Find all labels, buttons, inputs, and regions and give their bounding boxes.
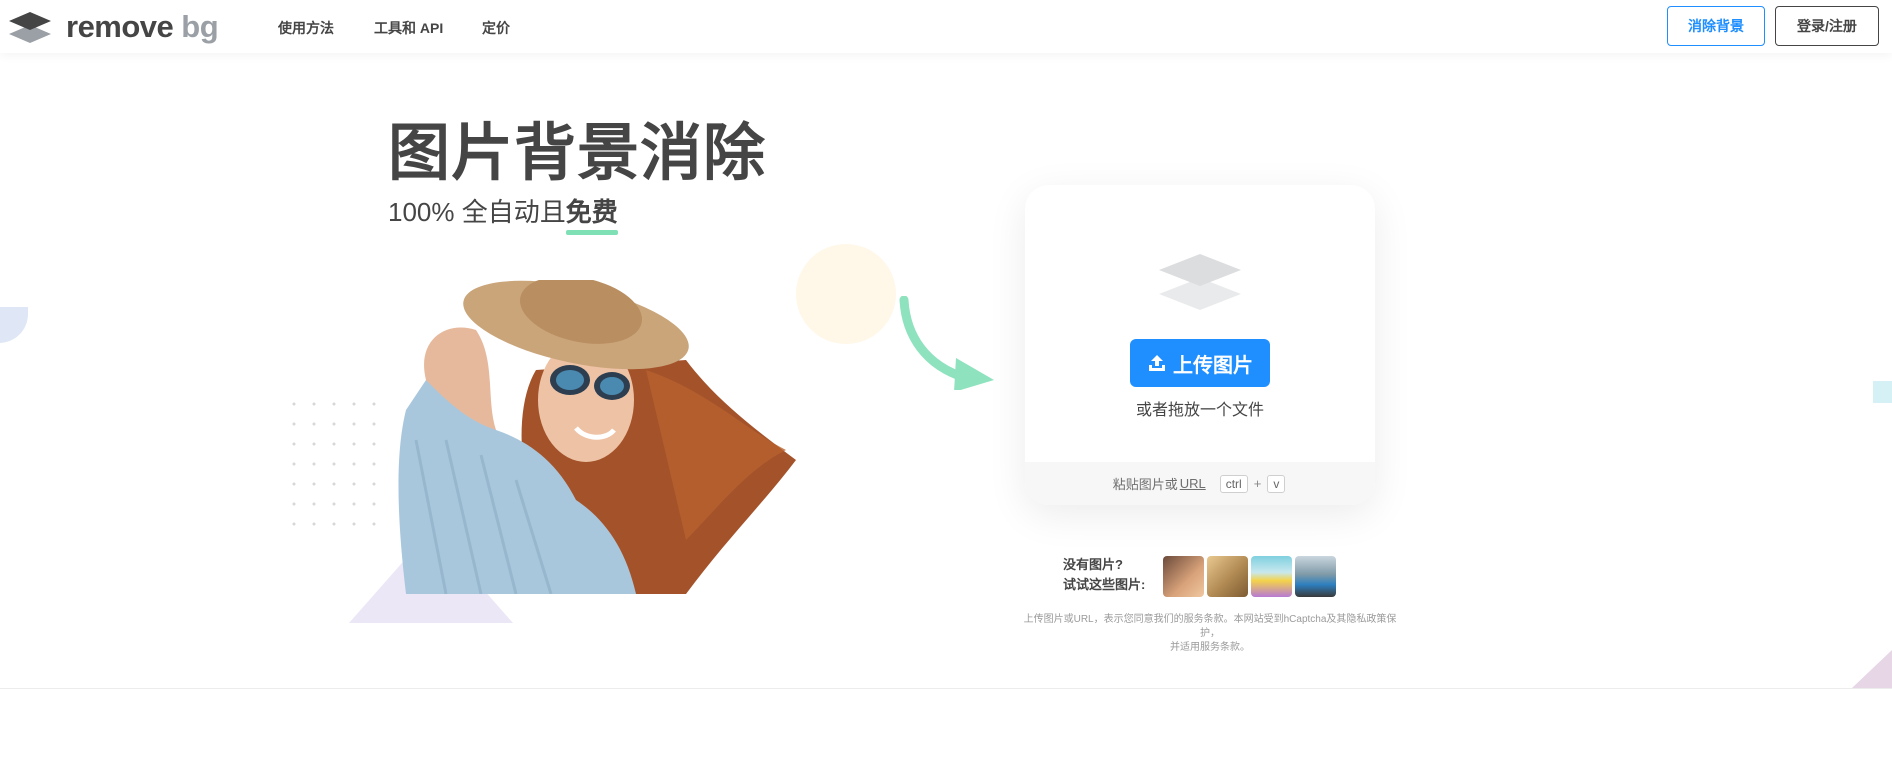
upload-image-button[interactable]: 上传图片: [1130, 339, 1270, 387]
decorative-dot-grid: [284, 394, 384, 542]
sample-images-label: 没有图片? 试试这些图片:: [1063, 555, 1145, 595]
no-image-text: 没有图片?: [1063, 557, 1123, 572]
arrow-icon: [899, 296, 994, 390]
upload-button-label: 上传图片: [1173, 354, 1253, 377]
sample-image-woman[interactable]: [1163, 556, 1204, 597]
page-title: 图片背景消除: [388, 119, 767, 188]
logo-word-bg: bg: [181, 9, 219, 44]
decorative-semicircle: [0, 307, 28, 343]
top-navbar: remove bg 使用方法 工具和 API 定价 消除背景 登录/注册: [0, 0, 1892, 53]
logo-word-remove: remove: [66, 9, 174, 44]
key-v: v: [1267, 474, 1286, 493]
key-plus: +: [1253, 476, 1262, 491]
login-signup-button[interactable]: 登录/注册: [1775, 6, 1879, 46]
sample-image-object[interactable]: [1251, 556, 1292, 597]
hero-woman-photo: [398, 280, 796, 594]
upload-card[interactable]: 上传图片 或者拖放一个文件 粘贴图片或 URL ctrl + v: [1025, 185, 1375, 505]
decorative-circle: [796, 244, 896, 344]
sample-image-dog[interactable]: [1207, 556, 1248, 597]
terms-line-1: 上传图片或URL，表示您同意我们的服务条款。本网站受到hCaptcha及其隐私政…: [1023, 614, 1397, 639]
hero-subtitle-prefix: 100% 全自动且: [388, 197, 566, 227]
logo[interactable]: remove bg: [8, 9, 219, 45]
remove-background-button[interactable]: 消除背景: [1667, 6, 1765, 46]
drop-file-text: 或者拖放一个文件: [1135, 402, 1264, 419]
section-divider: [0, 688, 1892, 689]
upload-icon: [1149, 355, 1165, 371]
key-ctrl: ctrl: [1219, 474, 1248, 493]
layers-logo-icon: [9, 12, 51, 43]
try-these-text: 试试这些图片:: [1063, 577, 1146, 592]
paste-hint: 粘贴图片或 URL ctrl + v: [1025, 462, 1375, 505]
decorative-triangle-right: [1852, 650, 1892, 688]
terms-notice: 上传图片或URL，表示您同意我们的服务条款。本网站受到hCaptcha及其隐私政…: [1020, 613, 1400, 655]
paste-text: 粘贴图片或: [1112, 477, 1178, 492]
layers-icon: [1159, 254, 1241, 310]
hero-subtitle-free: 免费: [565, 192, 618, 235]
sample-image-car[interactable]: [1295, 556, 1336, 597]
nav-pricing[interactable]: 定价: [482, 18, 510, 38]
url-link[interactable]: URL: [1180, 476, 1206, 491]
logo-text: remove bg: [66, 9, 219, 45]
nav-tools-api[interactable]: 工具和 API: [374, 18, 443, 38]
decorative-square: [1873, 381, 1892, 403]
nav-how-to-use[interactable]: 使用方法: [278, 18, 334, 38]
hero-subtitle: 100% 全自动且免费: [388, 192, 618, 235]
terms-line-2: 并适用服务条款。: [1170, 642, 1250, 653]
